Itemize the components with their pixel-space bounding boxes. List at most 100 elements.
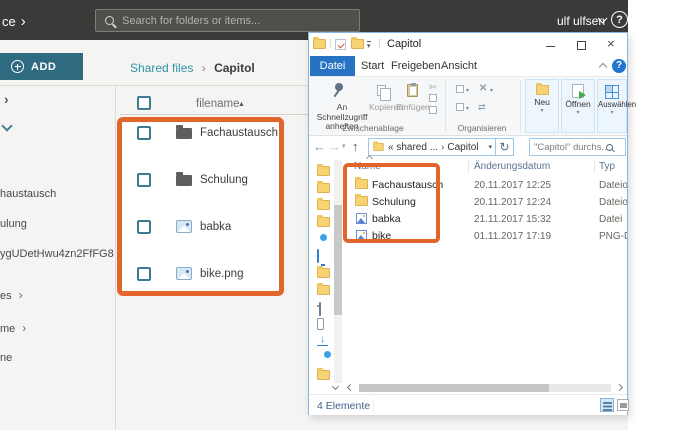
sidebar-expand-icon[interactable]: › <box>4 91 9 107</box>
up-icon[interactable]: ↑ <box>352 139 359 154</box>
tree-scroll-down-icon[interactable] <box>331 382 340 391</box>
user-menu[interactable]: ulf ulfsen <box>557 14 605 28</box>
tree-folder-icon[interactable] <box>317 215 330 227</box>
tree-folder-icon[interactable] <box>317 164 330 176</box>
tab-datei[interactable]: Datei <box>310 56 355 76</box>
tree-scrollbar-thumb[interactable] <box>334 205 342 315</box>
thumbnails-view-icon[interactable] <box>617 399 629 411</box>
table-row[interactable]: bike.png <box>120 267 300 283</box>
table-row[interactable]: babka <box>120 220 300 236</box>
tree-folder-icon[interactable] <box>317 283 330 295</box>
search-input[interactable] <box>122 14 322 27</box>
item-count: 4 Elemente <box>317 400 371 412</box>
table-row[interactable]: Fachaustausch <box>120 125 300 142</box>
row-checkbox[interactable] <box>137 220 151 234</box>
ribbon-collapse-icon[interactable] <box>598 62 608 72</box>
sidebar-item[interactable]: ulung <box>0 218 114 230</box>
delete-icon[interactable]: ✕ <box>479 83 487 94</box>
refresh-icon[interactable]: ↻ <box>496 138 514 156</box>
tab-freigeben[interactable]: Freigeben <box>391 56 441 76</box>
address-path-box[interactable]: « shared ... › Capitol ▾ <box>368 138 496 156</box>
rename-icon[interactable]: ⇄ <box>478 102 486 113</box>
select-grid-icon <box>605 85 619 99</box>
pin-icon[interactable] <box>335 83 343 91</box>
explorer-titlebar[interactable]: | ▾ | Capitol × <box>309 33 627 56</box>
new-folder-quick-icon[interactable] <box>351 37 364 49</box>
horizontal-scrollbar-thumb[interactable] <box>359 384 549 392</box>
brand[interactable]: ce › <box>2 13 26 30</box>
sidebar-item[interactable]: ygUDetHwu4zn2FfFG8kylI850 <box>0 248 114 260</box>
minimize-icon[interactable] <box>546 46 555 48</box>
row-checkbox[interactable] <box>137 267 151 281</box>
new-folder-button[interactable]: Neu ▾ <box>525 79 559 133</box>
explorer-addressbar: ← → ▾ ↑ « shared ... › Capitol ▾ ↻ <box>309 136 627 158</box>
column-separator[interactable] <box>468 160 469 173</box>
tree-drive-icon[interactable] <box>319 302 321 316</box>
sidebar-item-label: es <box>0 290 12 302</box>
folder-icon <box>176 172 192 186</box>
select-button[interactable]: Auswählen ▾ <box>597 79 636 133</box>
column-date[interactable]: Änderungsdatum <box>474 161 550 172</box>
table-row[interactable]: Schulung <box>120 172 300 189</box>
search-bar[interactable] <box>95 9 360 32</box>
tree-this-pc-icon[interactable] <box>317 249 319 263</box>
maximize-icon[interactable] <box>577 41 586 50</box>
paste-icon[interactable] <box>407 83 418 97</box>
sidebar-item[interactable]: ne <box>0 352 114 364</box>
details-view-icon[interactable] <box>600 398 614 412</box>
row-checkbox[interactable] <box>137 173 151 187</box>
copy-to-icon[interactable] <box>456 103 464 111</box>
address-dropdown-icon[interactable]: ▾ <box>485 143 495 151</box>
tab-ansicht[interactable]: Ansicht <box>441 56 477 76</box>
sidebar-item-label: ne <box>0 352 13 364</box>
file-type: PNG-D <box>599 230 627 242</box>
help-icon[interactable]: ? <box>611 11 628 28</box>
sidebar-item[interactable]: haustausch <box>0 188 114 200</box>
explorer-search-input[interactable] <box>530 141 606 153</box>
cut-icon[interactable]: ✄ <box>429 82 437 93</box>
hscroll-left-icon[interactable] <box>346 383 355 392</box>
tree-scrollbar[interactable] <box>334 160 342 383</box>
paste-shortcut-icon[interactable] <box>429 106 437 114</box>
properties-icon[interactable] <box>335 39 346 50</box>
add-button[interactable]: ADD <box>0 53 83 80</box>
explorer-ribbon: An Schnellzugriff anheften Kopieren Einfü… <box>309 76 636 136</box>
sort-ascending-icon[interactable]: ▲ <box>238 101 245 108</box>
history-dropdown-icon[interactable]: ▾ <box>342 142 346 150</box>
back-icon[interactable]: ← <box>313 139 326 154</box>
row-checkbox[interactable] <box>137 126 151 140</box>
explorer-search-box[interactable] <box>529 138 626 156</box>
path-prefix[interactable]: « shared ... <box>388 142 438 153</box>
copy-icon[interactable] <box>377 85 391 101</box>
file-name[interactable]: Fachaustausch <box>200 127 278 139</box>
close-icon[interactable]: × <box>607 36 615 51</box>
tab-start[interactable]: Start <box>361 56 384 76</box>
sidebar-divider <box>115 86 116 430</box>
hscroll-right-icon[interactable] <box>615 383 624 392</box>
sidebar-collapse-icon[interactable] <box>1 120 13 132</box>
file-name[interactable]: Schulung <box>200 174 248 186</box>
filename-column-header[interactable]: filename <box>196 98 239 110</box>
horizontal-scrollbar[interactable] <box>359 384 611 392</box>
explorer-help-icon[interactable]: ? <box>612 59 626 73</box>
tree-downloads-icon[interactable]: ↓ <box>317 335 328 346</box>
tree-folder-icon[interactable] <box>317 368 330 380</box>
sidebar-item[interactable]: me › <box>0 321 114 335</box>
open-button[interactable]: Öffnen ▾ <box>561 79 595 133</box>
select-all-checkbox[interactable] <box>137 96 151 110</box>
column-separator[interactable] <box>594 160 595 173</box>
file-name[interactable]: bike.png <box>200 268 243 280</box>
file-name[interactable]: babka <box>200 221 231 233</box>
path-current[interactable]: Capitol <box>447 142 478 153</box>
breadcrumb-parent[interactable]: Shared files <box>130 61 193 75</box>
copy-path-icon[interactable] <box>429 94 437 102</box>
move-to-icon[interactable] <box>456 85 464 93</box>
column-type[interactable]: Typ <box>599 161 615 172</box>
forward-icon[interactable]: → <box>328 139 341 154</box>
tree-folder-icon[interactable] <box>317 266 330 278</box>
sidebar-item[interactable]: es › <box>0 288 114 302</box>
tree-phone-icon[interactable] <box>317 318 324 330</box>
quick-access-dropdown-icon[interactable]: ▾ <box>367 41 371 50</box>
tree-folder-icon[interactable] <box>317 181 330 193</box>
tree-folder-icon[interactable] <box>317 198 330 210</box>
